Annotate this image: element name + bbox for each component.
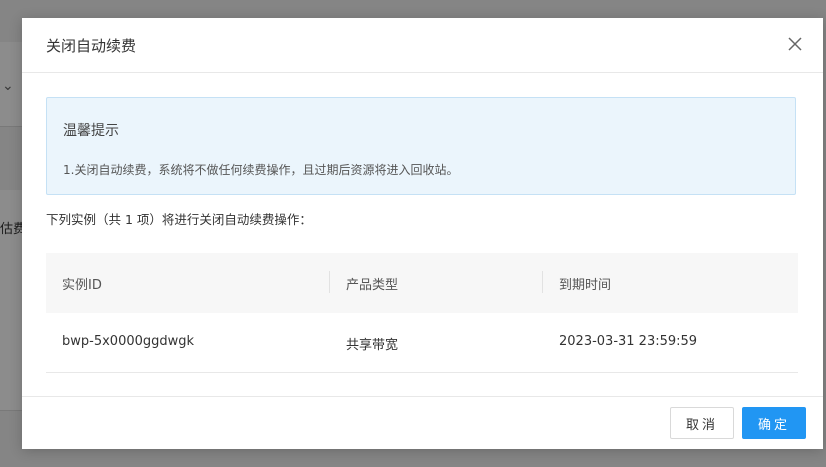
cell-instance-id: bwp-5x0000ggdwgk xyxy=(62,334,195,349)
alert-message: 1.关闭自动续费，系统将不做任何续费操作，且过期后资源将进入回收站。 xyxy=(63,163,459,177)
alert-title: 温馨提示 xyxy=(63,123,119,139)
column-divider xyxy=(542,271,543,293)
cell-expire-time: 2023-03-31 23:59:59 xyxy=(559,334,698,349)
cell-product-type: 共享带宽 xyxy=(346,338,399,353)
dialog-footer: 取消 确定 xyxy=(22,396,823,449)
column-header-instance-id: 实例ID xyxy=(62,278,102,293)
dialog-header: 关闭自动续费 xyxy=(22,18,823,73)
tip-alert: 温馨提示 1.关闭自动续费，系统将不做任何续费操作，且过期后资源将进入回收站。 xyxy=(46,97,796,195)
column-header-product-type: 产品类型 xyxy=(346,278,399,293)
table-row: bwp-5x0000ggdwgk 共享带宽 2023-03-31 23:59:5… xyxy=(46,313,798,373)
column-divider xyxy=(329,271,330,293)
table-header: 实例ID 产品类型 到期时间 xyxy=(46,253,798,313)
close-icon[interactable] xyxy=(785,34,805,54)
confirm-button[interactable]: 确定 xyxy=(742,407,806,439)
cancel-button[interactable]: 取消 xyxy=(670,407,734,439)
instances-table: 实例ID 产品类型 到期时间 bwp-5x0000ggdwgk 共享带宽 202… xyxy=(46,253,798,373)
instances-intro-text: 下列实例（共 1 项）将进行关闭自动续费操作： xyxy=(46,212,312,227)
column-header-expire-time: 到期时间 xyxy=(559,278,612,293)
disable-auto-renew-dialog: 关闭自动续费 温馨提示 1.关闭自动续费，系统将不做任何续费操作，且过期后资源将… xyxy=(22,18,823,449)
dialog-title: 关闭自动续费 xyxy=(46,37,137,55)
